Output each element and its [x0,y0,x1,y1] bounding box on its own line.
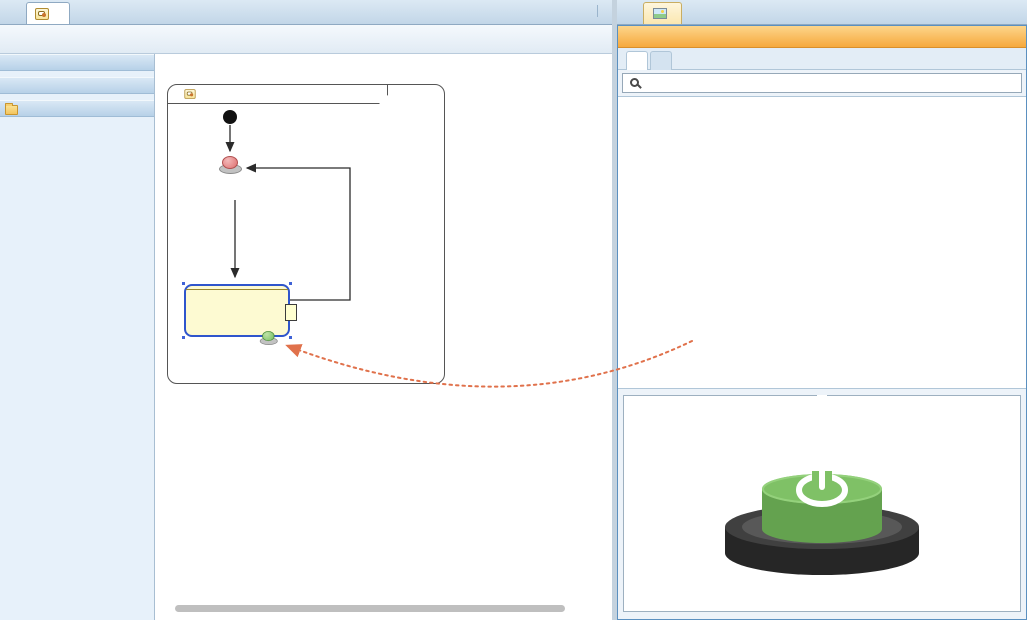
diagram-frame-header [168,85,388,104]
initial-state-node[interactable] [223,110,237,124]
tab-whole-hierarchy[interactable] [626,51,648,70]
palette-section-common[interactable] [0,100,154,117]
diagram-frame [167,84,445,384]
diagram-editor-window [0,0,612,620]
palette-section-selection[interactable] [0,54,154,71]
diagram-palette [0,54,155,620]
application-window [0,0,1027,620]
image-library-panel [617,0,1027,620]
selection-handle[interactable] [181,335,186,340]
released-state-image[interactable] [218,156,242,174]
panel-tab-bar [617,0,1027,25]
diagram-toolbar [0,25,612,54]
search-icon [630,78,639,87]
search-bar [618,70,1026,96]
push-button-on-preview-image [720,429,925,579]
diagram-canvas[interactable] [155,54,612,620]
set-as-image-tooltip [285,304,297,321]
selection-handle[interactable] [288,335,293,340]
selection-handle[interactable] [181,281,186,286]
palette-section-tools[interactable] [0,77,154,94]
panel-titlebar [618,26,1026,48]
horizontal-scrollbar[interactable] [175,605,565,612]
image-icon [653,8,667,19]
tab-recently-used[interactable] [650,51,672,70]
view-tab-bar [618,48,1026,70]
preview-panel [623,395,1021,612]
tab-button-diagram[interactable] [26,2,70,24]
image-library-frame [617,25,1027,620]
diagram-tab-bar [0,0,612,25]
folder-icon [5,105,18,115]
image-tree [618,96,1026,389]
palette-collapse-arrow[interactable] [0,117,154,125]
tab-image-library[interactable] [643,2,682,24]
tab-navigation [585,5,604,17]
release-transition-label[interactable] [340,171,352,281]
preview-image-area [624,396,1020,611]
divider [597,5,598,17]
state-machine-diagram-icon [35,8,49,20]
selection-handle[interactable] [288,281,293,286]
pressed-state-entry-activity [186,290,288,296]
search-input[interactable] [622,73,1022,93]
push-button-on-drop-image [259,331,278,345]
pressed-state-node[interactable] [184,284,290,337]
state-machine-diagram-icon [184,89,195,99]
